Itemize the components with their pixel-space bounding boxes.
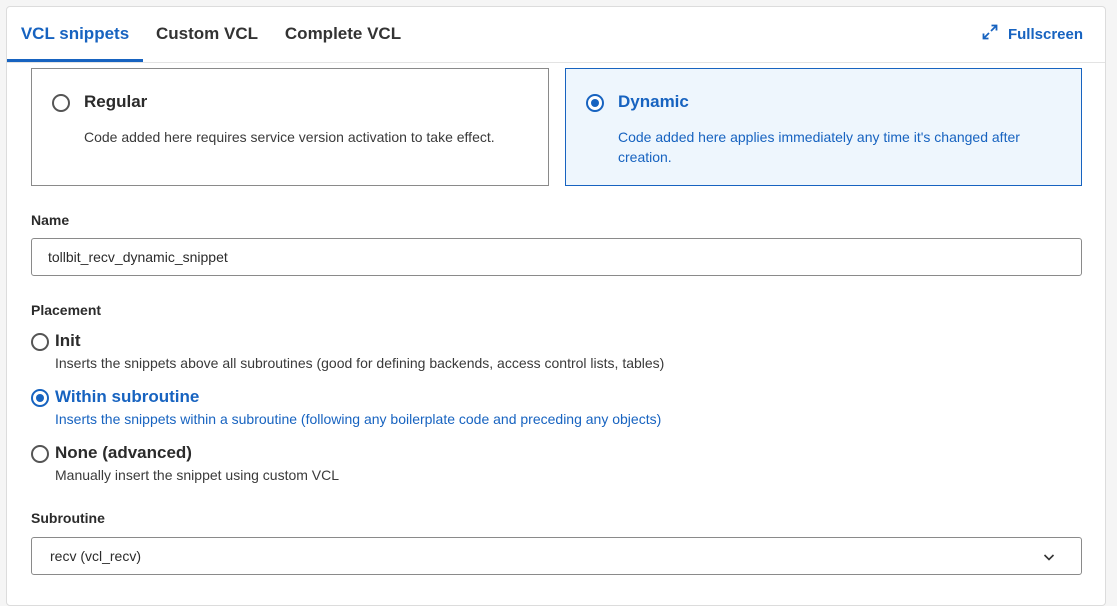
init-title: Init [55, 331, 81, 350]
none-radio[interactable] [31, 445, 49, 463]
tab-complete-vcl[interactable]: Complete VCL [275, 7, 411, 62]
within-subroutine-title: Within subroutine [55, 387, 200, 406]
regular-title: Regular [84, 92, 148, 111]
dynamic-title: Dynamic [618, 92, 689, 111]
tab-custom-vcl[interactable]: Custom VCL [147, 7, 267, 62]
name-label: Name [31, 212, 70, 228]
snippet-type-dynamic-card[interactable]: Dynamic Code added here applies immediat… [565, 68, 1082, 186]
within-subroutine-description: Inserts the snippets within a subroutine… [55, 411, 662, 427]
subroutine-label: Subroutine [31, 510, 105, 526]
dynamic-radio[interactable] [586, 94, 604, 112]
regular-description: Code added here requires service version… [84, 129, 495, 145]
placement-option-none[interactable]: None (advanced) Manually insert the snip… [31, 443, 1031, 487]
init-description: Inserts the snippets above all subroutin… [55, 355, 665, 371]
placement-option-within-subroutine[interactable]: Within subroutine Inserts the snippets w… [31, 387, 1031, 431]
subroutine-select[interactable]: recv (vcl_recv) [31, 537, 1082, 575]
none-description: Manually insert the snippet using custom… [55, 467, 340, 483]
tab-vcl-snippets[interactable]: VCL snippets [7, 7, 143, 62]
init-radio[interactable] [31, 333, 49, 351]
snippet-type-regular-card[interactable]: Regular Code added here requires service… [31, 68, 549, 186]
expand-icon [982, 24, 1008, 44]
regular-radio[interactable] [52, 94, 70, 112]
name-input[interactable] [31, 238, 1082, 276]
subroutine-selected-value: recv (vcl_recv) [50, 548, 142, 564]
dynamic-description: Code added here applies immediately any … [618, 129, 1020, 165]
within-subroutine-radio[interactable] [31, 389, 49, 407]
none-title: None (advanced) [55, 443, 192, 462]
fullscreen-label: Fullscreen [1007, 25, 1083, 43]
chevron-down-icon [1043, 550, 1055, 568]
vcl-editor-panel: VCL snippets Custom VCL Complete VCL Ful… [6, 6, 1106, 606]
placement-option-init[interactable]: Init Inserts the snippets above all subr… [31, 331, 1031, 375]
placement-label: Placement [31, 302, 102, 318]
fullscreen-button[interactable]: Fullscreen [982, 23, 1083, 45]
tab-bar: VCL snippets Custom VCL Complete VCL Ful… [7, 7, 1105, 63]
